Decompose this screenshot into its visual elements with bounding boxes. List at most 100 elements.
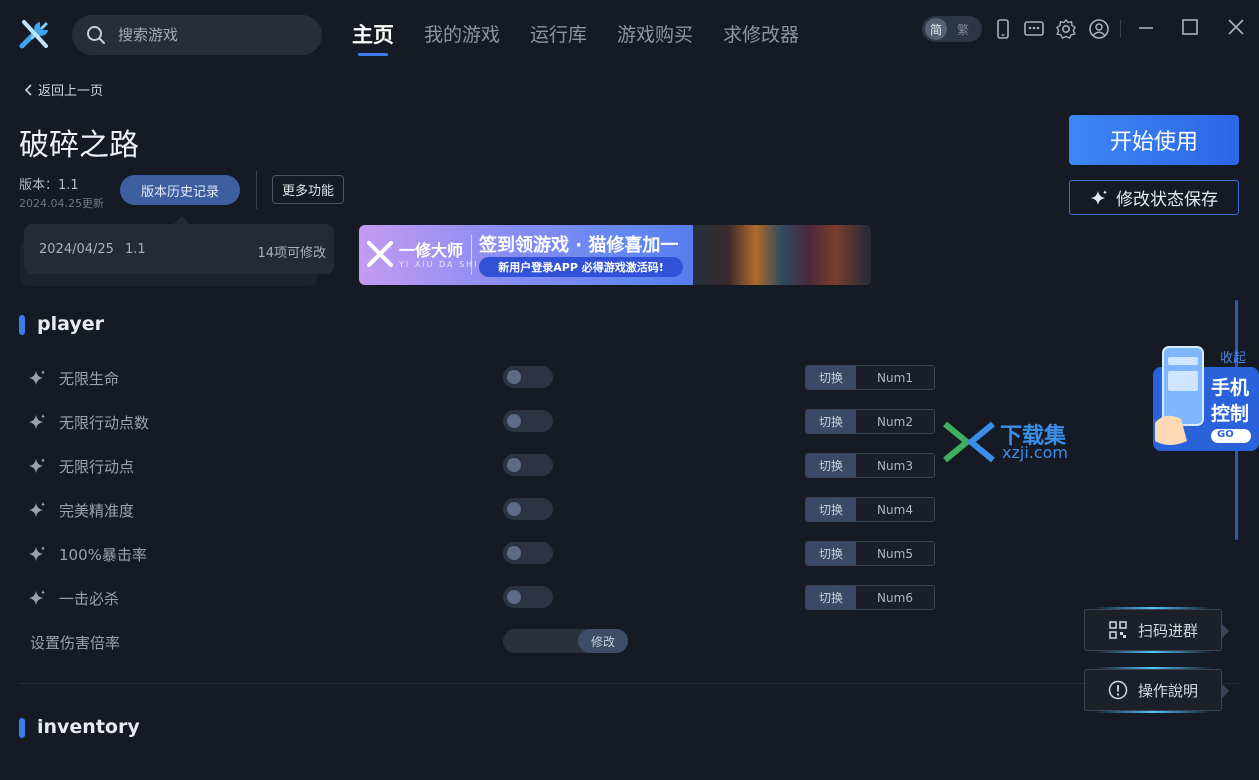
hotkey-control[interactable]: 切换 Num6: [805, 585, 935, 610]
cheat-label: 无限行动点: [59, 458, 135, 476]
hotkey-control[interactable]: 切换 Num5: [805, 541, 935, 566]
minimize-icon[interactable]: [1134, 16, 1158, 40]
cheat-toggle[interactable]: [503, 454, 553, 476]
cheat-toggle[interactable]: [503, 366, 553, 388]
back-label: 返回上一页: [38, 84, 104, 99]
app-logo-icon: [19, 20, 48, 49]
search-box[interactable]: [72, 15, 322, 55]
section-marker: [19, 718, 25, 738]
cheat-label: 一击必杀: [59, 590, 120, 608]
cheat-toggle[interactable]: [503, 410, 553, 432]
hotkey-key[interactable]: Num1: [856, 366, 934, 389]
user-icon[interactable]: [1088, 18, 1110, 40]
hotkey-key[interactable]: Num2: [856, 410, 934, 433]
banner-game-art: [693, 225, 871, 285]
game-title: 破碎之路: [19, 128, 139, 163]
banner-brand: 一修大师: [399, 241, 464, 260]
lang-simplified[interactable]: 简: [925, 18, 947, 40]
instructions-button[interactable]: 操作說明: [1084, 669, 1229, 711]
game-version: 版本：1.1: [19, 178, 79, 193]
main-nav: 主页 我的游戏 运行库 游戏购买 求修改器: [352, 20, 799, 56]
hotkey-switch-button[interactable]: 切换: [806, 586, 856, 609]
hotkey-control[interactable]: 切换 Num2: [805, 409, 935, 434]
scan-join-group-button[interactable]: 扫码进群: [1084, 609, 1229, 651]
hotkey-switch-button[interactable]: 切换: [806, 498, 856, 521]
gamepad-icon[interactable]: [1023, 18, 1045, 40]
sparkle-icon: [29, 370, 45, 385]
more-features-button[interactable]: 更多功能: [272, 175, 344, 204]
save-state-label: 修改状态保存: [1116, 190, 1218, 210]
sparkle-icon: [29, 546, 45, 561]
section-marker: [19, 315, 25, 335]
back-link[interactable]: 返回上一页: [24, 80, 103, 99]
hotkey-key[interactable]: Num3: [856, 454, 934, 477]
hotkey-switch-button[interactable]: 切换: [806, 366, 856, 389]
collapse-link[interactable]: 收起: [1220, 347, 1246, 366]
glow-line: [1094, 651, 1212, 653]
promo-line2: 控制: [1211, 403, 1250, 425]
game-updated-date: 2024.04.25更新: [19, 197, 104, 210]
header-divider: [256, 171, 257, 209]
tooltip-modifiable-count: 14项可修改: [257, 246, 326, 261]
tab-runtime-library[interactable]: 运行库: [530, 20, 587, 54]
sparkle-icon: [29, 590, 45, 605]
hotkey-switch-button[interactable]: 切换: [806, 454, 856, 477]
hotkey-key[interactable]: Num5: [856, 542, 934, 565]
banner-divider: [471, 235, 472, 275]
hotkey-key[interactable]: Num6: [856, 586, 934, 609]
tab-game-purchase[interactable]: 游戏购买: [617, 20, 693, 54]
tooltip-date: 2024/04/25: [39, 242, 114, 257]
banner-headline: 签到领游戏 · 猫修喜加一: [479, 235, 679, 256]
promo-line1: 手机: [1211, 377, 1250, 399]
watermark-url: xzji.com: [1002, 443, 1069, 462]
hotkey-key[interactable]: Num4: [856, 498, 934, 521]
section-divider: [19, 683, 1240, 684]
lang-traditional[interactable]: 繁: [947, 21, 979, 38]
version-history-tooltip: 2024/04/25 1.1 14项可修改: [24, 216, 334, 274]
scan-join-group-label: 扫码进群: [1137, 621, 1198, 640]
promo-banner[interactable]: 一修大师 YI XIU DA SHI 签到领游戏 · 猫修喜加一 新用户登录AP…: [359, 225, 871, 285]
cheat-label: 无限生命: [59, 370, 120, 388]
close-icon[interactable]: [1224, 16, 1248, 40]
alert-info-icon: [1108, 680, 1128, 700]
settings-gear-icon[interactable]: [1055, 18, 1077, 40]
qr-code-icon: [1109, 621, 1127, 639]
version-history-button[interactable]: 版本历史记录: [120, 175, 240, 205]
maximize-icon[interactable]: [1178, 16, 1202, 40]
damage-multiplier-label: 设置伤害倍率: [30, 634, 121, 652]
hotkey-control[interactable]: 切换 Num3: [805, 453, 935, 478]
search-icon: [87, 26, 105, 44]
tab-my-games[interactable]: 我的游戏: [424, 20, 500, 54]
wrench-logo-icon: [367, 241, 393, 267]
save-state-button[interactable]: 修改状态保存: [1069, 180, 1239, 215]
cheat-toggle[interactable]: [503, 498, 553, 520]
toolbar-divider: [1120, 20, 1121, 38]
banner-subtext: 新用户登录APP 必得游戏激活码!: [479, 257, 683, 277]
sparkle-icon: [1091, 189, 1107, 205]
cheat-toggle[interactable]: [503, 542, 553, 564]
chevron-left-icon: [24, 83, 32, 96]
hotkey-switch-button[interactable]: 切换: [806, 542, 856, 565]
sparkle-icon: [29, 502, 45, 517]
tab-request-trainer[interactable]: 求修改器: [723, 20, 799, 54]
cheat-toggle[interactable]: [503, 586, 553, 608]
search-input[interactable]: [118, 26, 308, 44]
hotkey-control[interactable]: 切换 Num4: [805, 497, 935, 522]
language-toggle[interactable]: 简 繁: [922, 16, 982, 42]
hotkey-control[interactable]: 切换 Num1: [805, 365, 935, 390]
sparkle-icon: [29, 414, 45, 429]
instructions-label: 操作說明: [1137, 681, 1198, 700]
section-title-player: player: [37, 313, 104, 335]
damage-multiplier-input[interactable]: 修改: [503, 629, 628, 653]
phone-icon[interactable]: [992, 18, 1014, 40]
promo-go: GO: [1217, 429, 1234, 440]
hotkey-switch-button[interactable]: 切换: [806, 410, 856, 433]
sparkle-icon: [29, 458, 45, 473]
modify-button[interactable]: 修改: [578, 629, 628, 653]
cheat-label: 100%暴击率: [59, 546, 147, 564]
start-button[interactable]: 开始使用: [1069, 115, 1239, 165]
cheat-label: 无限行动点数: [59, 414, 150, 432]
tab-home[interactable]: 主页: [352, 20, 394, 56]
cheat-label: 完美精准度: [59, 502, 135, 520]
glow-line: [1094, 711, 1212, 713]
